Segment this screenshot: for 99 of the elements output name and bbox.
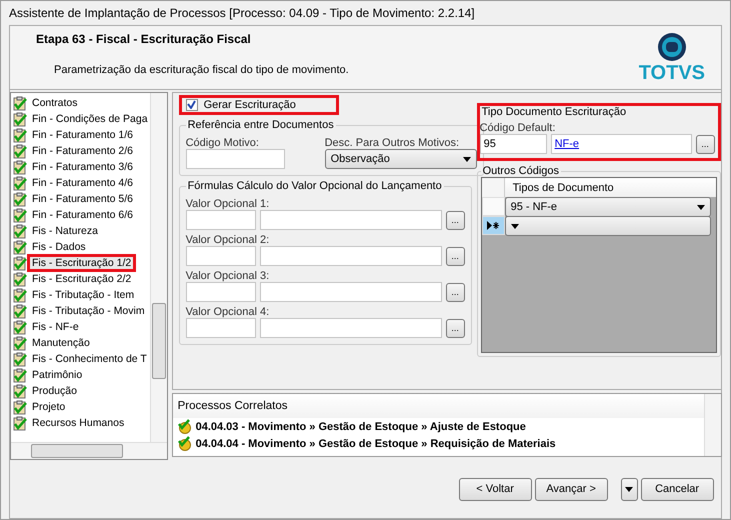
ellipsis-button[interactable]: ... xyxy=(446,246,465,266)
checked-clipboard-icon xyxy=(13,352,27,366)
tree-item[interactable]: Fis - Escrituração 2/2 xyxy=(30,273,134,285)
process-link[interactable]: 04.04.03 - Movimento » Gestão de Estoque » Ajuste de Estoque xyxy=(196,420,526,432)
dropdown[interactable]: Observação xyxy=(324,149,477,169)
tree-item[interactable]: Fis - Tributação - Item xyxy=(30,289,136,301)
input-field[interactable] xyxy=(186,282,256,302)
tree-item[interactable]: Fis - Conhecimento de T xyxy=(30,353,149,365)
column-header: Tipos de Documento xyxy=(504,178,716,197)
checked-clipboard-icon xyxy=(13,208,27,222)
field-label: Código Default: xyxy=(480,122,556,134)
checked-clipboard-icon xyxy=(13,256,27,270)
caret-icon xyxy=(462,156,471,162)
checked-clipboard-icon xyxy=(13,336,27,350)
ellipsis-button[interactable]: ... xyxy=(446,318,465,338)
caret-icon xyxy=(625,487,634,492)
input-field[interactable] xyxy=(260,246,442,266)
checked-clipboard-icon xyxy=(13,144,27,158)
checked-clipboard-icon xyxy=(13,400,27,414)
tree-item[interactable]: Fis - Dados xyxy=(30,241,88,253)
checked-clipboard-icon xyxy=(13,112,27,126)
checked-clipboard-icon xyxy=(13,160,27,174)
step-description: Parametrização da escrituração fiscal do tipo de movimento. xyxy=(53,64,349,76)
tree-item[interactable]: Fin - Faturamento 2/6 xyxy=(30,145,135,157)
group-title: Fórmulas Cálculo do Valor Opcional do Lançamento xyxy=(186,180,443,192)
tree-item[interactable]: Fis - Tributação - Movim xyxy=(30,305,147,317)
window-title: Assistente de Implantação de Processos [Processo: 04.09 - Tipo de Movimento: 2.2.14] xyxy=(8,5,476,22)
group-title: Referência entre Documentos xyxy=(186,119,335,131)
ellipsis-button[interactable]: ... xyxy=(696,134,715,154)
tree-item[interactable]: Fin - Faturamento 5/6 xyxy=(30,193,135,205)
gears-check-icon xyxy=(176,436,193,451)
field-label: Desc. Para Outros Motivos: xyxy=(324,137,460,149)
document-link[interactable]: NF-e xyxy=(554,138,580,150)
new-row-icon[interactable] xyxy=(482,216,505,235)
tree-item[interactable]: Manutenção xyxy=(30,337,92,349)
tree-item[interactable]: Fis - Escrituração 1/2 xyxy=(30,257,134,269)
scrollbar[interactable] xyxy=(704,394,721,456)
input-field[interactable] xyxy=(260,318,442,338)
caret-icon xyxy=(510,224,519,228)
field-label: Valor Opcional 2: xyxy=(186,234,270,246)
checked-clipboard-icon xyxy=(13,320,27,334)
tree-item[interactable]: Produção xyxy=(30,385,79,397)
ellipsis-button[interactable]: ... xyxy=(446,282,465,302)
field-label: Valor Opcional 1: xyxy=(186,198,270,210)
tree-item[interactable]: Recursos Humanos xyxy=(30,417,126,429)
wizard-button[interactable]: Cancelar xyxy=(640,478,714,500)
checked-clipboard-icon xyxy=(13,368,27,382)
checked-clipboard-icon xyxy=(13,96,27,110)
tree-item[interactable]: Fin - Faturamento 4/6 xyxy=(30,177,135,189)
group-title: Tipo Documento Escrituração xyxy=(480,106,628,118)
group-title: Outros Códigos xyxy=(482,165,560,177)
process-link[interactable]: 04.04.04 - Movimento » Gestão de Estoque » Requisição de Materiais xyxy=(196,438,556,450)
checked-clipboard-icon xyxy=(13,224,27,238)
wizard-button[interactable]: Avançar > xyxy=(534,478,608,500)
checked-clipboard-icon xyxy=(13,384,27,398)
field-label: Valor Opcional 3: xyxy=(186,270,270,282)
tree-item[interactable]: Fis - NF-e xyxy=(30,321,81,333)
checked-clipboard-icon xyxy=(13,240,27,254)
tree-item[interactable]: Projeto xyxy=(30,401,68,413)
tree-item[interactable]: Fin - Condições de Paga xyxy=(30,113,150,125)
checked-clipboard-icon xyxy=(13,416,27,430)
checked-clipboard-icon xyxy=(13,192,27,206)
check-icon xyxy=(187,100,196,109)
checked-clipboard-icon xyxy=(13,288,27,302)
row-header[interactable] xyxy=(482,197,505,216)
scrollbar[interactable] xyxy=(150,93,167,442)
input-field[interactable] xyxy=(186,318,256,338)
caret-icon xyxy=(696,204,705,210)
tree-item[interactable]: Patrimônio xyxy=(30,369,84,381)
input-field[interactable]: NF-e xyxy=(550,134,692,154)
field-label: Valor Opcional 4: xyxy=(186,306,270,318)
input-field[interactable] xyxy=(186,210,256,230)
ellipsis-button[interactable]: ... xyxy=(446,210,465,230)
input-field[interactable] xyxy=(186,149,285,169)
tree-item[interactable]: Fin - Faturamento 1/6 xyxy=(30,129,135,141)
step-title: Etapa 63 - Fiscal - Escrituração Fiscal xyxy=(36,32,252,46)
input-field[interactable] xyxy=(186,246,256,266)
wizard-button[interactable]: < Voltar xyxy=(458,478,532,500)
input-field[interactable] xyxy=(260,282,442,302)
logo-icon xyxy=(656,32,687,62)
generate-checkbox[interactable]: Gerar Escrituração xyxy=(182,98,336,112)
gears-check-icon xyxy=(176,419,193,434)
checked-clipboard-icon xyxy=(13,128,27,142)
field-label: Código Motivo: xyxy=(186,137,260,149)
input-field[interactable]: 95 xyxy=(480,134,547,154)
menu-button[interactable] xyxy=(620,478,638,500)
grid-corner xyxy=(482,178,505,197)
dropdown[interactable]: 95 - NF-e xyxy=(504,197,711,217)
dropdown[interactable] xyxy=(504,216,711,236)
input-field[interactable] xyxy=(260,210,442,230)
checked-clipboard-icon xyxy=(13,272,27,286)
checked-clipboard-icon xyxy=(13,304,27,318)
scrollbar[interactable] xyxy=(11,442,167,459)
tree-item[interactable]: Contratos xyxy=(30,97,80,109)
logo-text: TOTVS xyxy=(638,62,705,85)
tree-item[interactable]: Fin - Faturamento 3/6 xyxy=(30,161,135,173)
tree-item[interactable]: Fis - Natureza xyxy=(30,225,100,237)
tree-item[interactable]: Fin - Faturamento 6/6 xyxy=(30,209,135,221)
checked-clipboard-icon xyxy=(13,176,27,190)
